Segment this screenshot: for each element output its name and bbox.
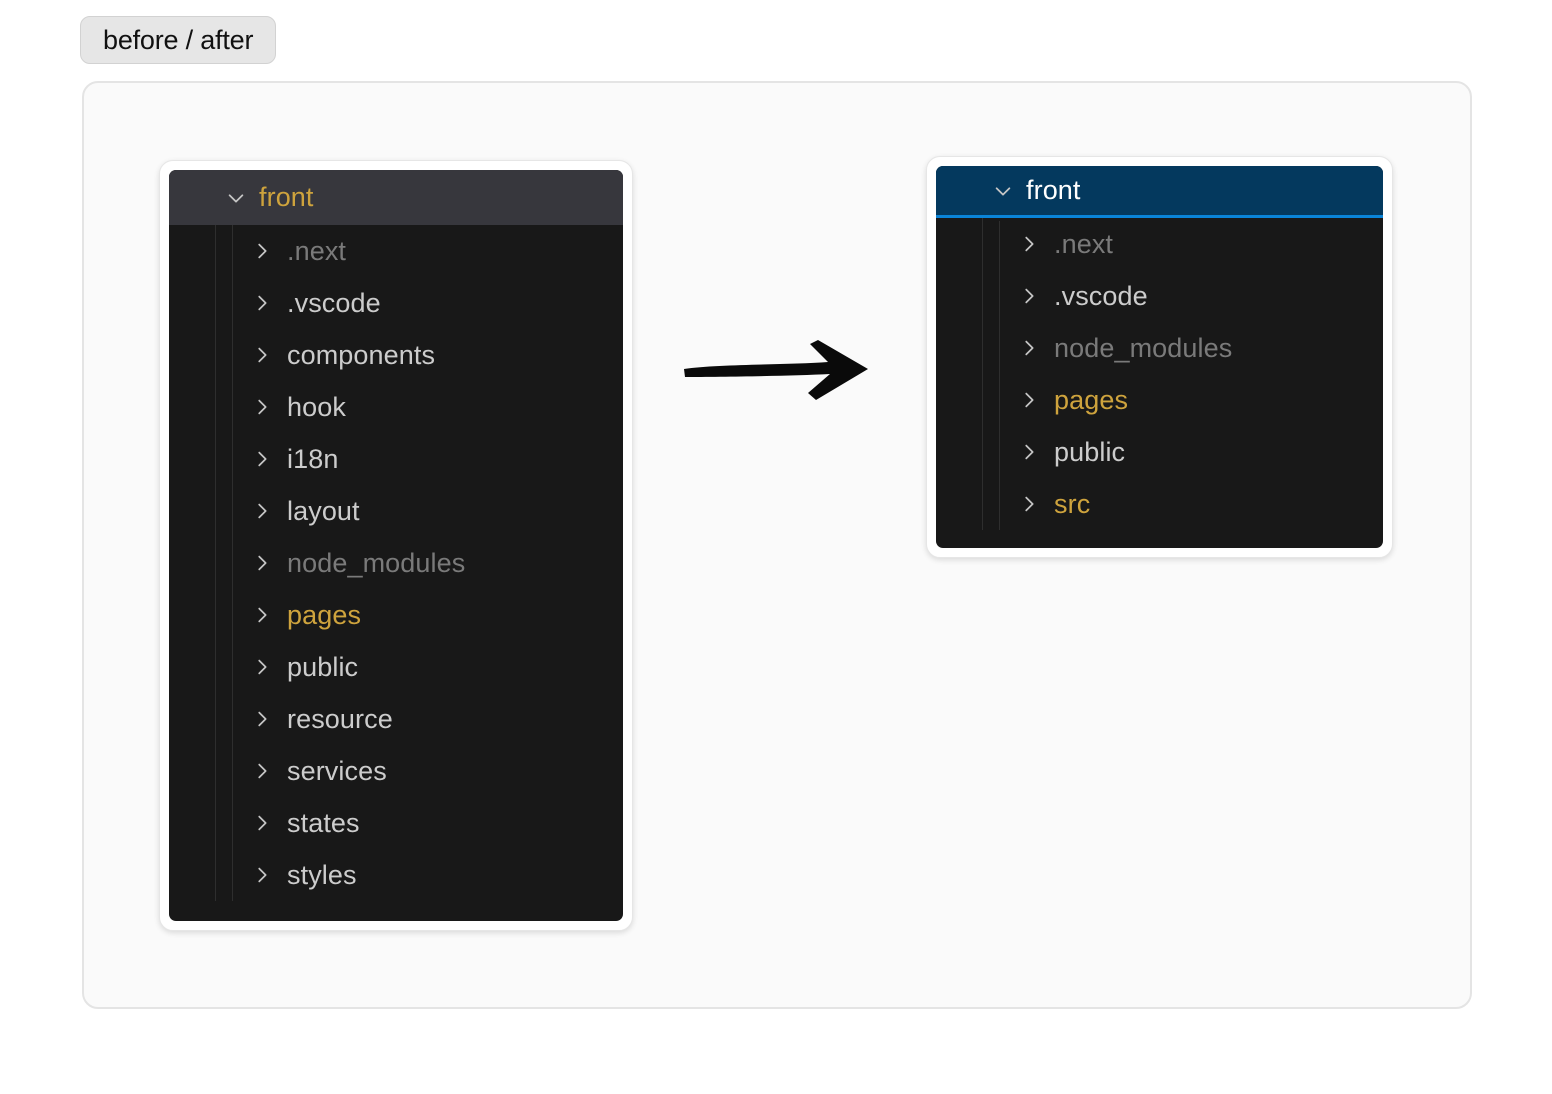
chevron-right-icon[interactable] [1014,493,1044,515]
tree-item-label: node_modules [1054,332,1233,363]
chevron-down-icon[interactable] [988,180,1018,202]
tree-after: front .next .vscode node_modulespages public… [936,166,1383,530]
tree-row[interactable]: layout [169,485,623,537]
chevron-right-icon[interactable] [247,604,277,626]
chevron-right-icon[interactable] [247,864,277,886]
tree-row[interactable]: public [936,426,1383,478]
tree-item-label: hook [287,391,346,422]
file-explorer-panel-before: front .next .vscode components hook i18n layou… [159,160,633,931]
tree-row[interactable]: node_modules [936,322,1383,374]
chevron-right-icon[interactable] [1014,389,1044,411]
tree-before: front .next .vscode components hook i18n layou… [169,170,623,901]
caption-badge: before / after [80,16,277,64]
page-root: before / after front .next .vscode componen… [0,0,1552,1094]
caption-label: before / after [103,24,254,55]
tree-item-label: src [1054,488,1091,519]
chevron-right-icon[interactable] [247,760,277,782]
chevron-right-icon[interactable] [1014,233,1044,255]
tree-item-label: .vscode [1054,280,1148,311]
chevron-down-icon[interactable] [221,187,251,209]
file-explorer-panel-after: front .next .vscode node_modulespages public… [926,156,1393,558]
tree-item-label: public [1054,436,1126,467]
chevron-right-icon[interactable] [247,812,277,834]
tree-item-label: i18n [287,443,339,474]
tree-item-label: services [287,755,387,786]
chevron-right-icon[interactable] [247,292,277,314]
tree-row[interactable]: styles [169,849,623,901]
tree-row-root[interactable]: front [169,170,623,225]
tree-row[interactable]: pages [936,374,1383,426]
chevron-right-icon[interactable] [247,708,277,730]
tree-item-label: .next [287,235,347,266]
tree-row[interactable]: node_modules [169,537,623,589]
chevron-right-icon[interactable] [247,448,277,470]
tree-row[interactable]: public [169,641,623,693]
tree-item-label: pages [1054,384,1129,415]
tree-row[interactable]: services [169,745,623,797]
tree-item-label: pages [287,599,362,630]
tree-item-label: .vscode [287,287,381,318]
tree-row[interactable]: .next [936,218,1383,270]
tree-row[interactable]: components [169,329,623,381]
chevron-right-icon[interactable] [247,500,277,522]
tree-item-label: front [259,182,314,212]
arrow-right-icon [678,330,878,410]
chevron-right-icon[interactable] [247,552,277,574]
tree-item-label: front [1026,175,1081,205]
chevron-right-icon[interactable] [247,240,277,262]
chevron-right-icon[interactable] [1014,441,1044,463]
chevron-right-icon[interactable] [1014,285,1044,307]
tree-item-label: public [287,651,359,682]
chevron-right-icon[interactable] [1014,337,1044,359]
tree-item-label: components [287,339,436,370]
tree-row[interactable]: .vscode [936,270,1383,322]
tree-item-label: styles [287,859,357,890]
tree-row[interactable]: src [936,478,1383,530]
tree-row[interactable]: .vscode [169,277,623,329]
chevron-right-icon[interactable] [247,344,277,366]
tree-row[interactable]: pages [169,589,623,641]
tree-row[interactable]: states [169,797,623,849]
tree-row[interactable]: hook [169,381,623,433]
tree-item-label: states [287,807,360,838]
tree-item-label: .next [1054,228,1114,259]
explorer-tree-before: front .next .vscode components hook i18n layou… [169,170,623,921]
tree-row[interactable]: i18n [169,433,623,485]
chevron-right-icon[interactable] [247,656,277,678]
tree-row-root[interactable]: front [936,166,1383,218]
tree-item-label: layout [287,495,360,526]
tree-item-label: node_modules [287,547,466,578]
tree-item-label: resource [287,703,393,734]
tree-row[interactable]: .next [169,225,623,277]
explorer-tree-after: front .next .vscode node_modulespages public… [936,166,1383,548]
chevron-right-icon[interactable] [247,396,277,418]
tree-row[interactable]: resource [169,693,623,745]
